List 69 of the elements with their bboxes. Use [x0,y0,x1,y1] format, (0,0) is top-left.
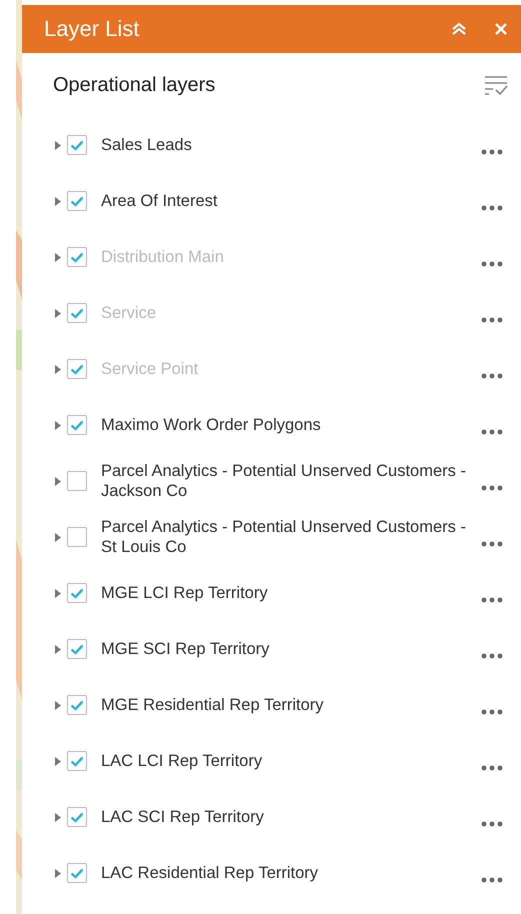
expand-arrow-icon[interactable] [55,140,61,150]
expand-arrow-icon[interactable] [55,644,61,654]
checkmark-icon [70,252,84,262]
layer-name: Area Of Interest [101,191,218,211]
layer-name: Parcel Analytics - Potential Unserved Customers - St Louis Co [101,517,467,557]
layer-checkbox[interactable] [67,583,87,603]
checkmark-icon [70,140,84,150]
close-button[interactable] [493,21,509,37]
expand-arrow-icon[interactable] [55,532,61,542]
more-options-icon[interactable] [481,765,503,771]
layer-checkbox[interactable] [67,415,87,435]
checkmark-icon [70,812,84,822]
more-options-icon[interactable] [481,597,503,603]
checkmark-icon [70,756,84,766]
more-options-icon[interactable] [481,429,503,435]
layer-name: Distribution Main [101,247,225,267]
layer-name: Maximo Work Order Polygons [101,415,322,435]
layer-checkbox[interactable] [67,639,87,659]
checkmark-icon [70,308,84,318]
expand-arrow-icon[interactable] [55,868,61,878]
layer-name: LAC SCI Rep Territory [101,807,265,827]
layer-checkbox[interactable] [67,863,87,883]
layer-name: LAC Residential Rep Territory [101,863,320,883]
layer-name: MGE SCI Rep Territory [101,639,270,659]
layer-name: LAC LCI Rep Territory [101,751,264,771]
expand-arrow-icon[interactable] [55,700,61,710]
layer-checkbox[interactable] [67,695,87,715]
more-options-icon[interactable] [481,821,503,827]
layer-checkbox[interactable] [67,471,87,491]
checkmark-icon [70,364,84,374]
checkmark-icon [70,700,84,710]
expand-arrow-icon[interactable] [55,196,61,206]
more-options-icon[interactable] [481,373,503,379]
expand-arrow-icon[interactable] [55,308,61,318]
more-options-icon[interactable] [481,653,503,659]
layer-checkbox[interactable] [67,135,87,155]
more-options-icon[interactable] [481,317,503,323]
layer-checkbox[interactable] [67,807,87,827]
layer-name: Service Point [101,359,200,379]
layer-name: MGE Residential Rep Territory [101,695,325,715]
checkmark-icon [70,420,84,430]
expand-arrow-icon[interactable] [55,252,61,262]
more-options-icon[interactable] [481,541,503,547]
more-options-icon[interactable] [481,205,503,211]
checkmark-icon [70,196,84,206]
panel-title: Layer List [44,16,140,42]
more-options-icon[interactable] [481,261,503,267]
expand-arrow-icon[interactable] [55,420,61,430]
checkmark-icon [70,588,84,598]
filter-check-icon[interactable] [483,74,509,96]
layer-checkbox[interactable] [67,751,87,771]
expand-arrow-icon[interactable] [55,476,61,486]
expand-arrow-icon[interactable] [55,364,61,374]
more-options-icon[interactable] [481,709,503,715]
checkmark-icon [70,868,84,878]
more-options-icon[interactable] [481,877,503,883]
more-options-icon[interactable] [481,149,503,155]
layer-checkbox[interactable] [67,527,87,547]
layer-name: Sales Leads [101,135,193,155]
layer-name: Parcel Analytics - Potential Unserved Customers - Jackson Co [101,461,467,501]
expand-arrow-icon[interactable] [55,588,61,598]
layer-checkbox[interactable] [67,191,87,211]
layer-name: Service [101,303,158,323]
expand-arrow-icon[interactable] [55,812,61,822]
checkmark-icon [70,644,84,654]
layer-name: MGE LCI Rep Territory [101,583,269,603]
section-title: Operational layers [53,74,216,96]
more-options-icon[interactable] [481,485,503,491]
expand-arrow-icon[interactable] [55,756,61,766]
